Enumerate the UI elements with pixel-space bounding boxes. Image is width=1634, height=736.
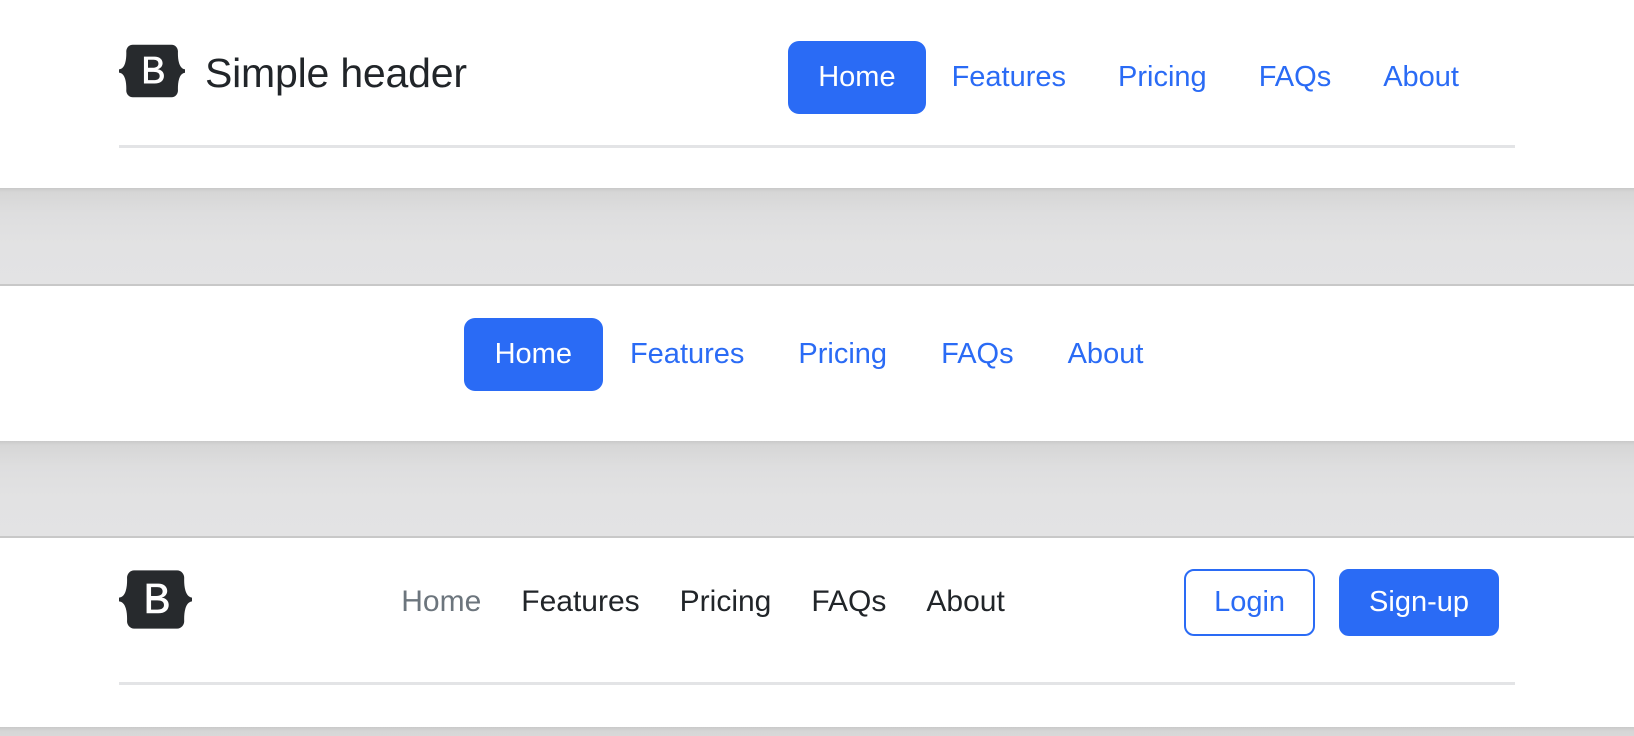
bootstrap-logo-icon	[119, 563, 193, 641]
nav-item-faqs[interactable]: FAQs	[914, 318, 1041, 391]
nav-item-home[interactable]: Home	[463, 318, 603, 391]
primary-nav-one: Home Features Pricing FAQs About	[788, 41, 1485, 114]
primary-nav-three: Home Features Pricing FAQs About	[222, 573, 1184, 631]
nav-item-home[interactable]: Home	[788, 41, 926, 114]
nav-item-faqs[interactable]: FAQs	[791, 573, 906, 631]
header-section-one: Simple header Home Features Pricing FAQs…	[0, 0, 1634, 186]
primary-nav-two: Home Features Pricing FAQs About	[119, 318, 1515, 391]
nav-item-home[interactable]: Home	[381, 573, 501, 631]
auth-button-group: Login Sign-up	[1184, 568, 1499, 636]
header-three-row: Home Features Pricing FAQs About Login S…	[119, 552, 1515, 652]
bootstrap-logo-icon	[119, 38, 186, 109]
brand[interactable]: Simple header	[119, 38, 467, 109]
header-one-container: Simple header Home Features Pricing FAQs…	[119, 0, 1515, 186]
signup-button[interactable]: Sign-up	[1339, 568, 1499, 636]
nav-item-features[interactable]: Features	[926, 41, 1092, 114]
nav-item-faqs[interactable]: FAQs	[1233, 41, 1358, 114]
header-section-two: Home Features Pricing FAQs About	[0, 288, 1634, 439]
header-two-container: Home Features Pricing FAQs About	[119, 288, 1515, 439]
login-button[interactable]: Login	[1184, 568, 1316, 636]
nav-item-pricing[interactable]: Pricing	[1092, 41, 1233, 114]
separator-band-two	[0, 441, 1634, 538]
separator-band-three	[0, 727, 1634, 736]
brand-title: Simple header	[205, 50, 467, 96]
nav-item-pricing[interactable]: Pricing	[771, 318, 914, 391]
header-three-container: Home Features Pricing FAQs About Login S…	[119, 540, 1515, 727]
nav-item-features[interactable]: Features	[501, 573, 659, 631]
separator-band-one	[0, 188, 1634, 286]
header-one-divider	[119, 145, 1515, 148]
page-root: Simple header Home Features Pricing FAQs…	[0, 0, 1634, 736]
header-three-divider	[119, 682, 1515, 685]
nav-item-about[interactable]: About	[1041, 318, 1171, 391]
header-section-three: Home Features Pricing FAQs About Login S…	[0, 540, 1634, 727]
nav-item-features[interactable]: Features	[603, 318, 771, 391]
brand-logo-link[interactable]	[119, 563, 193, 641]
nav-item-pricing[interactable]: Pricing	[660, 573, 792, 631]
nav-item-about[interactable]: About	[906, 573, 1024, 631]
nav-item-about[interactable]: About	[1357, 41, 1485, 114]
